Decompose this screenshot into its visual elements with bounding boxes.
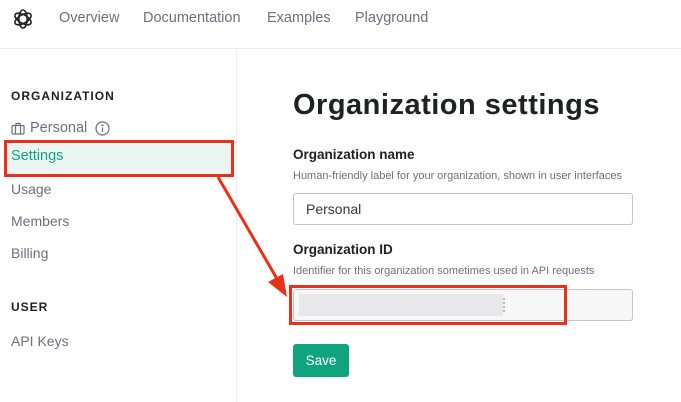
organization-heading: ORGANIZATION	[11, 89, 115, 103]
sidebar: ORGANIZATION Personal Settings Usage Mem…	[0, 49, 237, 402]
top-nav: Overview Documentation Examples Playgrou…	[0, 0, 681, 49]
org-id-label: Organization ID	[293, 242, 393, 257]
sidebar-item-usage[interactable]: Usage	[11, 181, 51, 197]
nav-examples[interactable]: Examples	[267, 10, 331, 26]
sidebar-item-billing[interactable]: Billing	[11, 245, 48, 261]
org-name-label: Organization name	[293, 147, 415, 162]
annotation-box-settings	[4, 140, 234, 177]
page-title: Organization settings	[293, 89, 600, 121]
sidebar-item-members[interactable]: Members	[11, 213, 69, 229]
annotation-box-org-id	[289, 285, 567, 325]
sidebar-item-api-keys[interactable]: API Keys	[11, 333, 69, 349]
info-icon[interactable]	[95, 120, 110, 136]
nav-overview[interactable]: Overview	[59, 10, 119, 26]
org-name-help: Human-friendly label for your organizati…	[293, 170, 622, 182]
nav-playground[interactable]: Playground	[355, 10, 428, 26]
nav-documentation[interactable]: Documentation	[143, 10, 241, 26]
briefcase-icon	[11, 122, 25, 135]
org-name-input[interactable]: Personal	[293, 193, 633, 225]
openai-logo-icon[interactable]	[11, 7, 35, 31]
org-id-help: Identifier for this organization sometim…	[293, 265, 595, 277]
org-name-label: Personal	[30, 120, 88, 136]
org-selector[interactable]: Personal	[11, 119, 115, 137]
user-heading: USER	[11, 300, 49, 314]
save-button[interactable]: Save	[293, 344, 349, 377]
